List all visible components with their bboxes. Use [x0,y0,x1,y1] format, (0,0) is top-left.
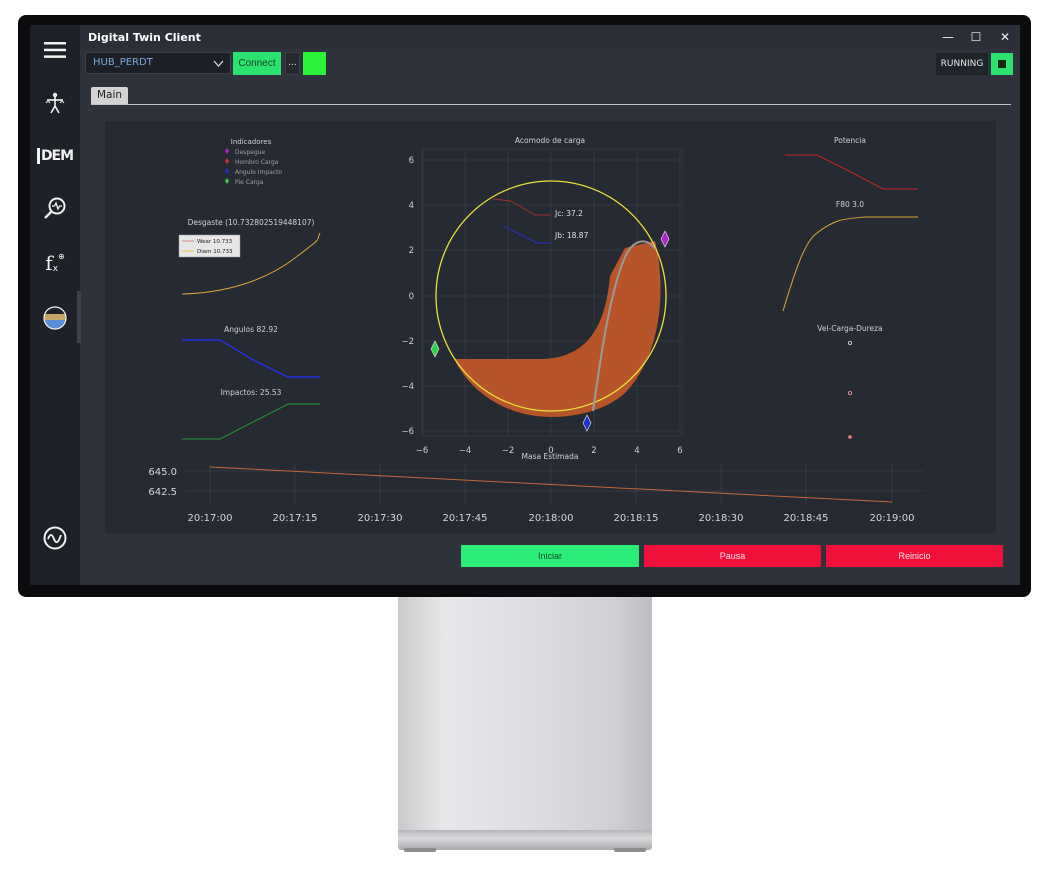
indicadores-legend: Despegue Hombro Carga Angulo Impacto Pie… [225,148,283,186]
stop-button[interactable] [991,53,1013,75]
ytick-neg6: −6 [401,427,414,437]
app-screen: DEM f x ⊕ Digital Twin Client — ☐ ✕ HUB_PE… [30,25,1020,585]
signal-wave-icon[interactable] [40,523,70,553]
legend-marker-pie [225,178,229,184]
active-nav-marker [77,291,81,343]
masa-xtick-2: 20:17:30 [358,513,403,524]
legend-label-angulo: Angulo Impacto [235,169,283,176]
function-icon[interactable]: f x ⊕ [40,248,70,278]
dem-icon-text: DEM [36,148,74,164]
masa-xtick-7: 20:18:45 [784,513,829,524]
material-layers-icon[interactable] [40,303,70,333]
masa-xtick-8: 20:19:00 [870,513,915,524]
vel-carga-point-1 [848,340,853,345]
function-icon-x: x [52,264,59,274]
person-signal-icon[interactable] [40,88,70,118]
masa-ytick-645: 645.0 [148,467,177,478]
acomodo-y-ticks: 6 4 2 0 −2 −4 −6 [401,156,414,437]
maximize-icon[interactable]: ☐ [968,29,984,45]
masa-x-ticks: 20:17:00 20:17:15 20:17:30 20:17:45 20:1… [188,513,915,524]
vel-carga-point-2 [848,390,853,395]
desgaste-title: Desgaste (10.732802519448107) [188,218,315,227]
title-bar: Digital Twin Client — ☐ ✕ [80,25,1020,49]
connection-status-led [303,52,326,75]
minimize-icon[interactable]: — [940,29,956,45]
window-title: Digital Twin Client [88,31,201,44]
f80-line [782,216,918,312]
impactos-title: Impactos: 25.53 [221,388,282,397]
masa-xtick-6: 20:18:30 [699,513,744,524]
legend-marker-angulo [225,168,229,174]
desgaste-legend-diam: Diam 10.733 [197,249,233,255]
connect-button[interactable]: Connect [233,52,281,75]
monitor-foot-right [614,848,646,852]
masa-xtick-1: 20:17:15 [273,513,318,524]
search-analysis-icon[interactable] [40,193,70,223]
acomodo-title: Acomodo de carga [515,136,585,145]
dem-icon[interactable]: DEM [36,141,74,171]
masa-ytick-6425: 642.5 [148,487,177,498]
masa-y-ticks: 645.0 642.5 [148,467,177,498]
chevron-down-icon [213,60,224,67]
masa-xtick-0: 20:17:00 [188,513,233,524]
running-status-label: RUNNING [936,53,988,75]
impactos-line [182,403,320,440]
left-sidebar: DEM f x ⊕ [30,25,80,585]
angulos-title: Angulos 82.92 [224,325,278,334]
dashboard-plot-area: Indicadores Despegue Hombro Carga Angulo… [105,121,996,533]
ytick-0: 0 [409,292,414,302]
vel-carga-point-3 [848,435,852,439]
potencia-line [785,154,918,190]
xtick-neg6: −6 [416,446,429,456]
legend-label-pie: Pie Carga [235,179,264,186]
reset-button[interactable]: Reinicio [826,545,1003,567]
monitor-stand-neck [398,596,652,832]
ytick-neg4: −4 [401,382,414,392]
ytick-2: 2 [409,246,414,256]
vel-carga-title: Vel-Carga-Dureza [817,324,882,333]
ytick-6: 6 [409,156,414,166]
close-icon[interactable]: ✕ [997,29,1013,45]
menu-icon[interactable] [40,35,70,65]
monitor-foot-left [404,848,436,852]
monitor-stand-base [398,830,652,850]
hub-select-value: HUB_PERDT [93,57,153,68]
legend-label-hombro: Hombro Carga [235,159,279,166]
more-options-button[interactable]: ... [285,52,300,75]
ytick-4: 4 [409,201,414,211]
hub-select[interactable]: HUB_PERDT [85,52,231,74]
xtick-neg4: −4 [459,446,472,456]
f80-title: F80 3.0 [836,200,864,209]
xtick-6: 6 [677,446,682,456]
potencia-title: Potencia [834,136,866,145]
masa-xtick-5: 20:18:15 [614,513,659,524]
masa-title: Masa Estimada [522,452,579,461]
angulos-line [182,339,320,378]
desgaste-legend-wear: Wear 10.733 [197,239,233,245]
xtick-2: 2 [591,446,596,456]
legend-marker-despegue [225,148,229,154]
tab-underline [91,104,1011,105]
dashboard-plots: Indicadores Despegue Hombro Carga Angulo… [148,136,925,524]
start-button[interactable]: Iniciar [461,545,639,567]
legend-marker-hombro [225,158,229,164]
xtick-neg2: −2 [502,446,515,456]
tab-main[interactable]: Main [91,87,128,104]
indicadores-title: Indicadores [231,138,272,146]
pause-button[interactable]: Pausa [644,545,821,567]
ytick-neg2: −2 [401,337,414,347]
legend-label-despegue: Despegue [235,149,266,156]
jb-label: Jb: 18.87 [554,231,589,240]
masa-xtick-4: 20:18:00 [529,513,574,524]
xtick-4: 4 [634,446,639,456]
function-icon-plus: ⊕ [58,251,65,261]
jc-label: Jc: 37.2 [554,209,583,218]
function-icon-f: f [45,251,53,275]
masa-xtick-3: 20:17:45 [443,513,488,524]
